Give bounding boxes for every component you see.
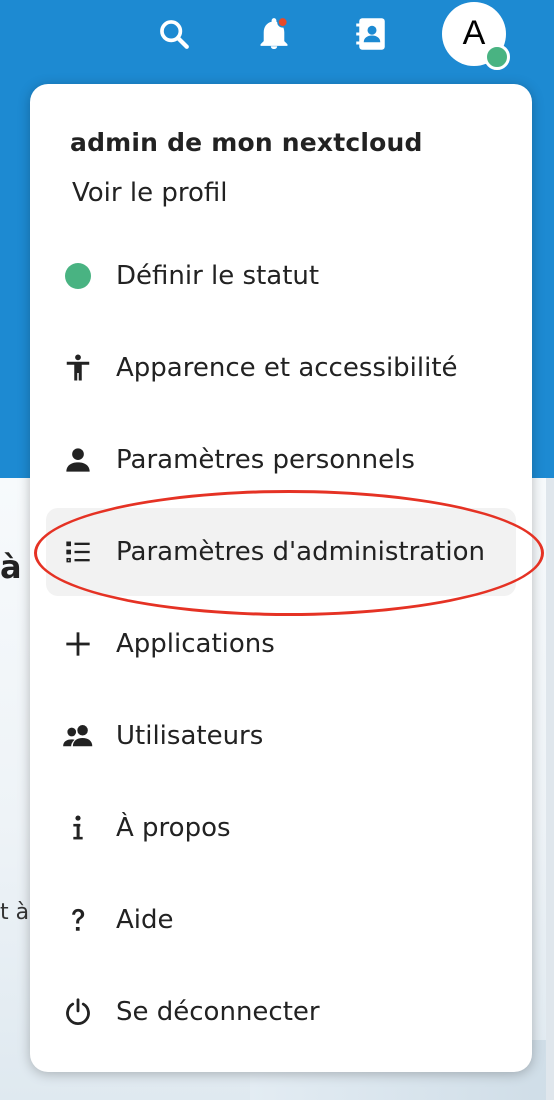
menu-item-label: Aide xyxy=(116,905,174,935)
help-icon xyxy=(62,904,94,936)
menu-item-label: Définir le statut xyxy=(116,261,320,291)
menu-item-appearance[interactable]: Apparence et accessibilité xyxy=(46,324,516,412)
menu-item-logout[interactable]: Se déconnecter xyxy=(46,968,516,1056)
status-dot-icon xyxy=(62,260,94,292)
info-icon xyxy=(62,812,94,844)
menu-user-name: admin de mon nextcloud xyxy=(70,128,423,157)
power-icon xyxy=(62,996,94,1028)
menu-item-label: À propos xyxy=(116,813,231,843)
plus-icon xyxy=(62,628,94,660)
menu-item-users[interactable]: Utilisateurs xyxy=(46,692,516,780)
menu-item-label: Utilisateurs xyxy=(116,721,264,751)
contacts-icon[interactable] xyxy=(352,14,392,54)
menu-item-label: Paramètres personnels xyxy=(116,445,415,475)
background-partial-text: t à xyxy=(0,900,30,925)
menu-item-label: Applications xyxy=(116,629,275,659)
menu-item-help[interactable]: Aide xyxy=(46,876,516,964)
accessibility-icon xyxy=(62,352,94,384)
user-icon xyxy=(62,444,94,476)
menu-item-label: Se déconnecter xyxy=(116,997,320,1027)
menu-item-set-status[interactable]: Définir le statut xyxy=(46,232,516,320)
notifications-icon[interactable] xyxy=(254,14,294,54)
background-partial-text: à xyxy=(0,548,22,586)
view-profile-link[interactable]: Voir le profil xyxy=(72,178,227,208)
menu-item-label: Apparence et accessibilité xyxy=(116,353,458,383)
search-icon[interactable] xyxy=(154,14,194,54)
avatar-letter: A xyxy=(462,13,486,52)
menu-item-about[interactable]: À propos xyxy=(46,784,516,872)
users-icon xyxy=(62,720,94,752)
highlight-annotation xyxy=(34,490,544,616)
status-indicator xyxy=(484,44,510,70)
background-panel-edge xyxy=(546,478,554,1100)
